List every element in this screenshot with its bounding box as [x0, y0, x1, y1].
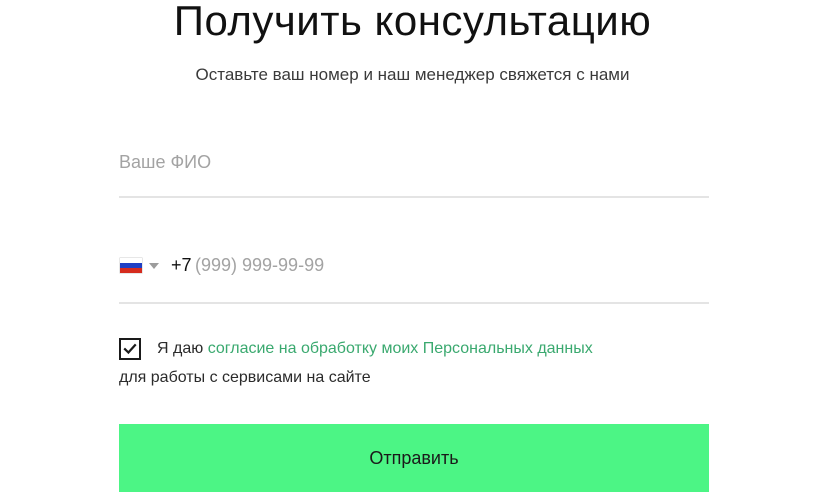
- chevron-down-icon: [149, 263, 159, 269]
- consent-checkbox[interactable]: [119, 338, 141, 360]
- phone-field: +7: [119, 244, 709, 304]
- consent-text-after: для работы с сервисами на сайте: [119, 369, 371, 386]
- personal-data-consent-link[interactable]: согласие на обработку моих Персональных …: [208, 340, 593, 357]
- consent-text-before: Я даю: [157, 340, 208, 357]
- page-subtitle: Оставьте ваш номер и наш менеджер свяжет…: [195, 65, 630, 84]
- dial-code: +7: [171, 255, 192, 275]
- page-title: Получить консультацию: [173, 0, 652, 44]
- full-name-input[interactable]: [119, 148, 699, 176]
- russia-flag-icon: [120, 258, 142, 273]
- checkmark-icon: [123, 343, 137, 355]
- phone-input[interactable]: [195, 251, 695, 279]
- consultation-form-page: Получить консультацию Оставьте ваш номер…: [0, 0, 825, 500]
- consent-text: Я даю согласие на обработку моих Персона…: [157, 338, 593, 360]
- submit-button[interactable]: Отправить: [119, 424, 709, 492]
- name-field: [119, 140, 709, 198]
